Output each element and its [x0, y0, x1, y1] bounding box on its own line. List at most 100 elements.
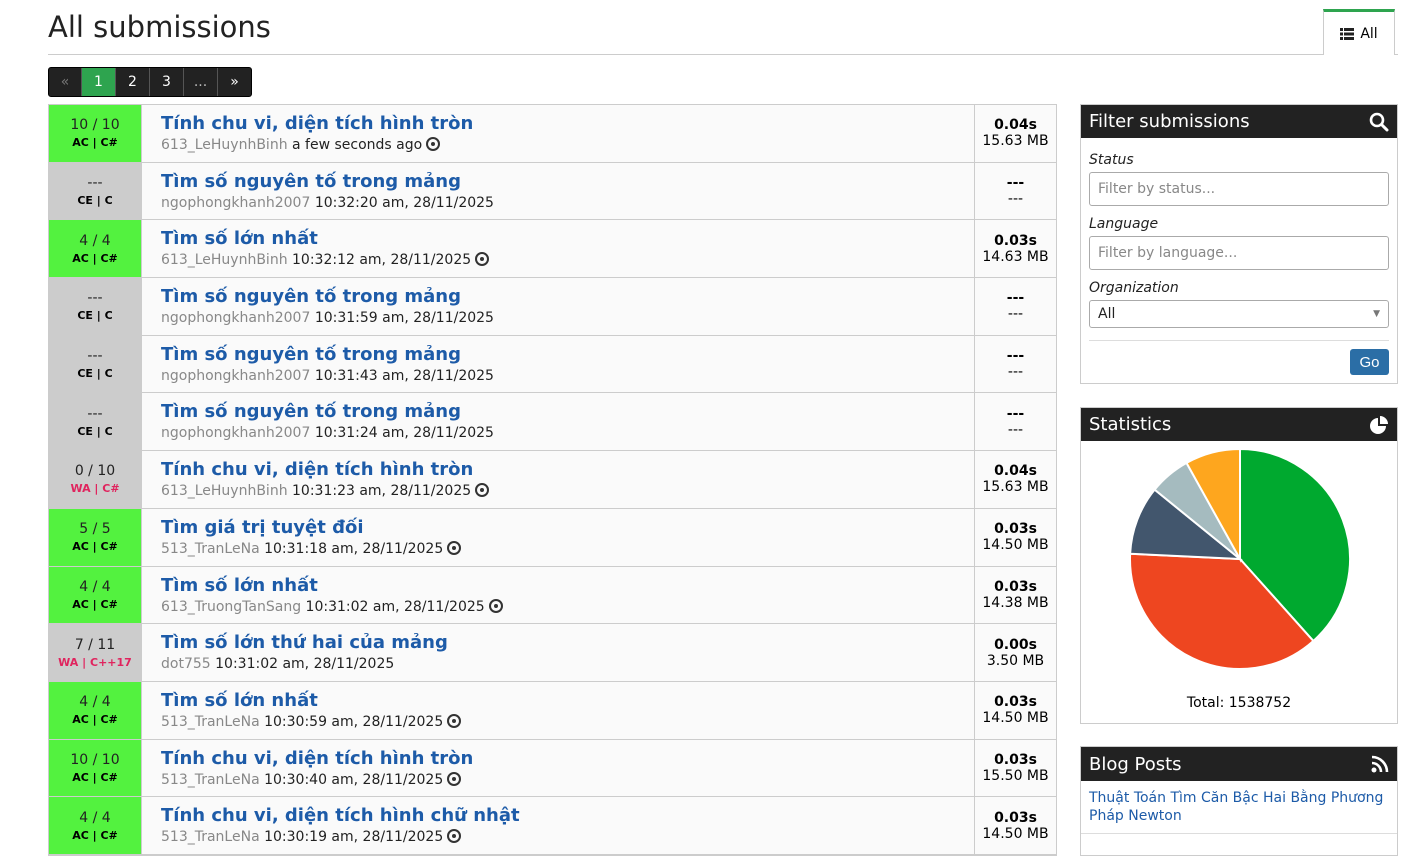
submission-status[interactable]: CE | C: [77, 194, 112, 207]
submission-status[interactable]: CE | C: [77, 309, 112, 322]
problem-link[interactable]: Tìm số lớn nhất: [161, 689, 974, 713]
problem-link[interactable]: Tìm số nguyên tố trong mảng: [161, 170, 974, 194]
submission-info: Tính chu vi, diện tích hình tròn 613_LeHu…: [142, 105, 974, 162]
filter-panel: Filter submissions Status Filter by stat…: [1080, 104, 1398, 384]
submission-row: --- CE | C Tìm số nguyên tố trong mảng ngop…: [49, 335, 1056, 394]
submission-info: Tính chu vi, diện tích hình tròn 513_Tran…: [142, 740, 974, 797]
submission-points: 4 / 4: [79, 694, 111, 711]
page-1[interactable]: 1: [82, 68, 116, 96]
user-link[interactable]: 513_TranLeNa: [161, 714, 260, 730]
problem-link[interactable]: Tìm số lớn thứ hai của mảng: [161, 631, 974, 655]
submission-row: --- CE | C Tìm số nguyên tố trong mảng ngop…: [49, 162, 1056, 221]
view-source-icon[interactable]: [447, 771, 462, 786]
submission-score: 4 / 4 AC | C#: [49, 797, 142, 854]
submission-time: 10:32:12 am, 28/11/2025: [292, 252, 472, 269]
user-link[interactable]: 613_TruongTanSang: [161, 599, 301, 615]
memory-usage: ---: [1007, 364, 1024, 381]
submission-points: ---: [87, 348, 103, 365]
submission-score: --- CE | C: [49, 393, 142, 451]
submission-score: 4 / 4 AC | C#: [49, 566, 142, 624]
user-link[interactable]: 513_TranLeNa: [161, 541, 260, 557]
page-3[interactable]: 3: [150, 68, 184, 96]
user-link[interactable]: ngophongkhanh2007: [161, 425, 310, 441]
tab-all[interactable]: All: [1323, 9, 1395, 55]
problem-link[interactable]: Tính chu vi, diện tích hình chữ nhật: [161, 804, 974, 828]
problem-link[interactable]: Tìm số nguyên tố trong mảng: [161, 285, 974, 309]
submission-row: 4 / 4 AC | C# Tìm số lớn nhất 613_LeHuynhBi…: [49, 220, 1056, 279]
user-link[interactable]: 613_LeHuynhBinh: [161, 137, 288, 153]
submission-row: 4 / 4 AC | C# Tính chu vi, diện tích hình …: [49, 797, 1056, 855]
page-title: All submissions: [48, 10, 271, 44]
submission-status[interactable]: AC | C#: [72, 252, 118, 265]
submission-time: 10:31:59 am, 28/11/2025: [314, 310, 494, 327]
submission-points: ---: [87, 405, 103, 422]
status-filter-input[interactable]: Filter by status...: [1089, 172, 1389, 206]
submission-score: 5 / 5 AC | C#: [49, 508, 142, 566]
submission-points: ---: [87, 175, 103, 192]
statistics-panel: Statistics Total: 1538752: [1080, 407, 1398, 724]
organization-select[interactable]: All ▼: [1089, 300, 1389, 328]
submission-status[interactable]: AC | C#: [72, 829, 118, 842]
statistics-panel-title: Statistics: [1089, 414, 1172, 435]
view-source-icon[interactable]: [488, 598, 503, 613]
page-prev[interactable]: «: [49, 68, 82, 96]
submission-time: 10:32:20 am, 28/11/2025: [314, 194, 494, 211]
tab-all-label: All: [1360, 25, 1378, 42]
submission-status[interactable]: AC | C#: [72, 136, 118, 149]
submission-points: 0 / 10: [74, 463, 116, 480]
execution-time: 0.03s: [994, 578, 1037, 595]
submission-status[interactable]: WA | C++17: [58, 656, 132, 669]
execution-time: 0.03s: [994, 694, 1037, 711]
view-source-icon[interactable]: [426, 137, 441, 151]
submission-status[interactable]: AC | C#: [72, 713, 118, 726]
submission-row: 5 / 5 AC | C# Tìm giá trị tuyệt đối 513_Tra…: [49, 508, 1056, 567]
submission-info: Tìm số lớn nhất 513_TranLeNa 10:30:59 am,…: [142, 682, 974, 739]
user-link[interactable]: 513_TranLeNa: [161, 829, 260, 845]
problem-link[interactable]: Tìm số nguyên tố trong mảng: [161, 400, 974, 424]
view-source-icon[interactable]: [447, 540, 462, 555]
submission-info: Tìm số nguyên tố trong mảng ngophongkhanh…: [142, 336, 974, 393]
submission-status[interactable]: CE | C: [77, 367, 112, 380]
language-filter-input[interactable]: Filter by language...: [1089, 236, 1389, 270]
memory-usage: 3.50 MB: [986, 652, 1045, 669]
problem-link[interactable]: Tính chu vi, diện tích hình tròn: [161, 458, 974, 482]
blog-post-link[interactable]: Thuật Toán Tìm Căn Bậc Hai Bằng Phương P…: [1081, 781, 1397, 834]
page-next[interactable]: »: [218, 68, 251, 96]
user-link[interactable]: 613_LeHuynhBinh: [161, 252, 288, 268]
go-button[interactable]: Go: [1350, 349, 1389, 375]
user-link[interactable]: ngophongkhanh2007: [161, 310, 310, 326]
submission-score: --- CE | C: [49, 162, 142, 220]
list-icon: [1340, 27, 1355, 40]
view-source-icon[interactable]: [447, 829, 462, 844]
problem-link[interactable]: Tìm số nguyên tố trong mảng: [161, 343, 974, 367]
user-link[interactable]: ngophongkhanh2007: [161, 195, 310, 211]
view-source-icon[interactable]: [475, 483, 490, 498]
problem-link[interactable]: Tìm số lớn nhất: [161, 227, 974, 251]
user-link[interactable]: 613_LeHuynhBinh: [161, 483, 288, 499]
submission-status[interactable]: AC | C#: [72, 598, 118, 611]
problem-link[interactable]: Tính chu vi, diện tích hình tròn: [161, 747, 974, 771]
submission-info: Tìm số lớn nhất 613_LeHuynhBinh 10:32:12 …: [142, 220, 974, 277]
submission-info: Tìm giá trị tuyệt đối 513_TranLeNa 10:31:…: [142, 509, 974, 566]
submission-status[interactable]: AC | C#: [72, 771, 118, 784]
submission-row: 4 / 4 AC | C# Tìm số lớn nhất 613_TruongTan…: [49, 566, 1056, 625]
memory-usage: ---: [1007, 191, 1024, 208]
submission-status[interactable]: AC | C#: [72, 540, 118, 553]
page-2[interactable]: 2: [116, 68, 150, 96]
problem-link[interactable]: Tìm số lớn nhất: [161, 574, 974, 598]
user-link[interactable]: dot755: [161, 656, 211, 672]
submission-resources: 0.03s 14.50 MB: [974, 797, 1056, 854]
submission-status[interactable]: WA | C#: [70, 482, 119, 495]
submission-score: 4 / 4 AC | C#: [49, 220, 142, 278]
execution-time: ---: [1006, 290, 1025, 307]
problem-link[interactable]: Tìm giá trị tuyệt đối: [161, 516, 974, 540]
submission-info: Tìm số nguyên tố trong mảng ngophongkhanh…: [142, 278, 974, 335]
view-source-icon[interactable]: [447, 713, 462, 728]
problem-link[interactable]: Tính chu vi, diện tích hình tròn: [161, 112, 974, 136]
user-link[interactable]: ngophongkhanh2007: [161, 368, 310, 384]
submission-time: 10:31:02 am, 28/11/2025: [215, 656, 395, 673]
user-link[interactable]: 513_TranLeNa: [161, 772, 260, 788]
submission-time: a few seconds ago: [292, 137, 423, 153]
submission-status[interactable]: CE | C: [77, 425, 112, 438]
view-source-icon[interactable]: [475, 252, 490, 267]
